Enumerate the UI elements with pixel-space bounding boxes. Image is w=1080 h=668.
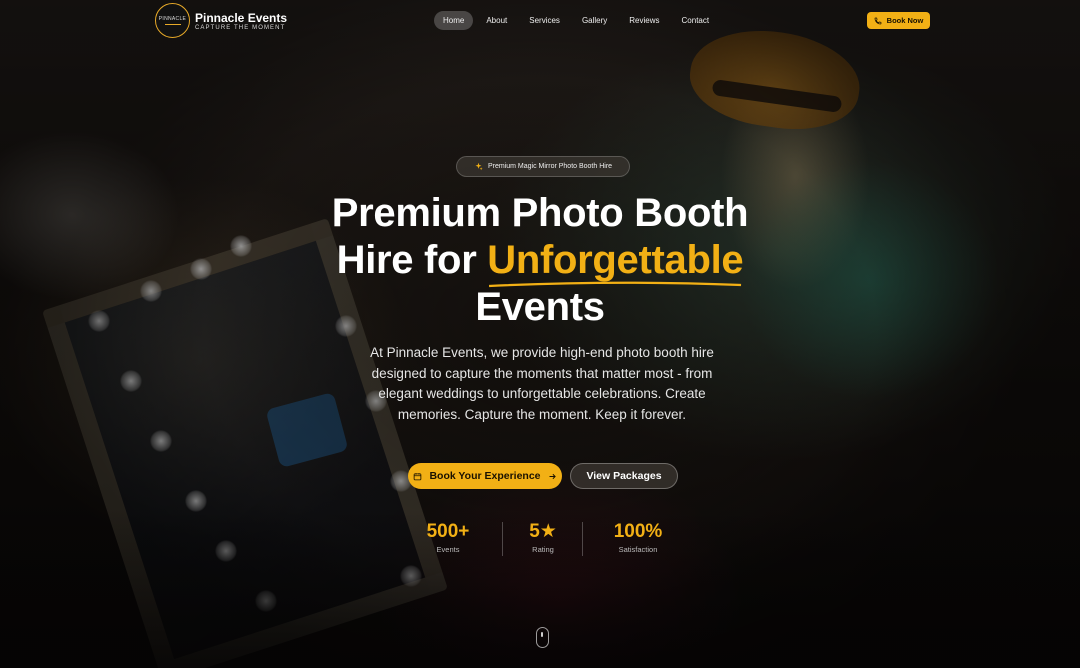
book-experience-label: Book Your Experience <box>429 470 541 482</box>
stat-value: 5★ <box>529 521 557 542</box>
book-now-label: Book Now <box>886 16 924 25</box>
stat-rating: 5★ Rating <box>495 520 591 554</box>
headline-underline <box>489 281 742 288</box>
hero-lead-paragraph: At Pinnacle Events, we provide high-end … <box>370 345 714 422</box>
headline-accent-text: Unforgettable <box>487 238 744 282</box>
nav-item-gallery[interactable]: Gallery <box>573 11 616 30</box>
hero-headline: Premium Photo Booth Hire for Unforgettab… <box>290 190 790 331</box>
stat-satisfaction: 100% Satisfaction <box>590 520 686 554</box>
sparkles-icon <box>475 162 483 171</box>
view-packages-button[interactable]: View Packages <box>570 463 678 489</box>
logo-badge-icon: PINNACLE <box>155 3 190 38</box>
headline-accent: Unforgettable <box>487 237 744 288</box>
main-menu: Home About Services Gallery Reviews Cont… <box>434 11 718 30</box>
stat-label: Satisfaction <box>618 545 658 554</box>
calendar-icon <box>414 472 422 480</box>
brand-name: Pinnacle Events <box>195 10 288 25</box>
logo-badge-text: PINNACLE <box>158 16 187 22</box>
stat-label: Rating <box>532 545 554 554</box>
stat-value: 500+ <box>426 521 470 542</box>
phone-icon <box>874 17 882 24</box>
book-experience-button[interactable]: Book Your Experience <box>408 463 562 489</box>
scroll-mouse-icon[interactable] <box>536 627 549 648</box>
stat-value: 100% <box>613 521 663 542</box>
brand-logo[interactable]: PINNACLE Pinnacle Events CAPTURE THE MOM… <box>155 3 287 38</box>
stat-label: Events <box>436 545 460 554</box>
logo-badge-rule <box>164 24 181 25</box>
nav-item-home[interactable]: Home <box>434 11 474 30</box>
stat-divider <box>582 522 583 556</box>
stat-events: 500+ Events <box>400 520 496 554</box>
book-now-button[interactable]: Book Now <box>867 12 930 29</box>
hero-stats: 500+ Events 5★ Rating 100% Satisfaction <box>400 520 690 560</box>
brand-wordmark: Pinnacle Events CAPTURE THE MOMENT <box>195 11 287 31</box>
nav-item-contact[interactable]: Contact <box>673 11 719 30</box>
nav-item-about[interactable]: About <box>477 11 516 30</box>
hero-background-photo <box>0 0 1080 668</box>
headline-part2: Events <box>475 285 605 329</box>
nav-item-reviews[interactable]: Reviews <box>620 11 668 30</box>
nav-item-services[interactable]: Services <box>520 11 569 30</box>
view-packages-label: View Packages <box>586 470 662 482</box>
brand-tagline: CAPTURE THE MOMENT <box>195 24 286 31</box>
hero-pill-badge: Premium Magic Mirror Photo Booth Hire <box>456 156 630 177</box>
hero-pill-label: Premium Magic Mirror Photo Booth Hire <box>487 163 613 170</box>
arrow-right-icon <box>549 473 556 479</box>
top-nav: PINNACLE Pinnacle Events CAPTURE THE MOM… <box>0 0 1080 42</box>
